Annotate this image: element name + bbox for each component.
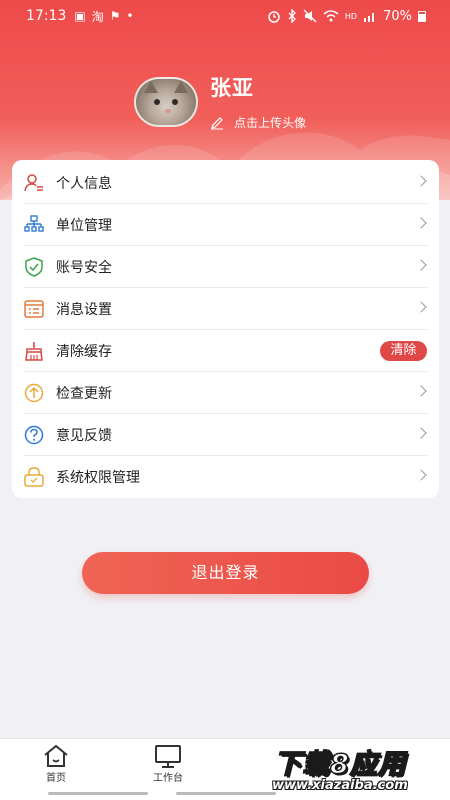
upload-avatar-link[interactable]: 点击上传头像 — [210, 114, 306, 131]
tab-workbench[interactable]: 工作台 — [138, 743, 198, 784]
gesture-bar-left — [48, 792, 148, 795]
wifi-icon — [323, 10, 339, 22]
permission-icon — [24, 467, 44, 487]
watermark-title: 下载8应用 — [273, 748, 406, 781]
menu-item-label: 检查更新 — [56, 386, 112, 402]
question-icon — [24, 425, 44, 445]
message-settings-icon — [24, 299, 44, 319]
tab-home[interactable]: 首页 — [26, 743, 86, 784]
app-icon: ⚑ — [109, 9, 121, 23]
shield-icon — [24, 257, 44, 277]
menu-item-label: 系统权限管理 — [56, 470, 140, 486]
menu-item-label: 个人信息 — [56, 176, 112, 192]
menu-item-label: 意见反馈 — [56, 428, 112, 444]
battery-icon — [418, 10, 426, 22]
chevron-right-icon — [415, 175, 427, 187]
menu-item-check-update[interactable]: 检查更新 — [12, 372, 439, 414]
hd-icon: HD — [344, 11, 358, 21]
update-arrow-icon — [24, 383, 44, 403]
chevron-right-icon — [415, 469, 427, 481]
bluetooth-icon — [288, 9, 296, 23]
tab-label: 工作台 — [153, 773, 183, 784]
profile-section: 张亚 点击上传头像 — [134, 72, 306, 131]
menu-item-label: 单位管理 — [56, 218, 112, 234]
menu-item-message-settings[interactable]: 消息设置 — [12, 288, 439, 330]
avatar[interactable] — [134, 76, 198, 127]
menu-item-clear-cache[interactable]: 清除缓存 清除 — [12, 330, 439, 372]
chevron-right-icon — [415, 301, 427, 313]
chevron-right-icon — [415, 259, 427, 271]
menu-item-label: 消息设置 — [56, 302, 112, 318]
taobao-icon: 淘 — [91, 9, 104, 24]
watermark: 下载8应用 www.xiazaiba.com — [268, 740, 448, 798]
signal-icon — [364, 13, 375, 22]
menu-item-feedback[interactable]: 意见反馈 — [12, 414, 439, 456]
alarm-icon — [268, 11, 280, 23]
photo-icon: ▣ — [74, 9, 86, 23]
settings-menu-card: 个人信息 单位管理 账号安全 消息设置 清除缓存 清除 检查更新 意见反馈 系统… — [12, 160, 439, 498]
edit-pencil-icon — [211, 116, 223, 129]
tab-label: 首页 — [46, 773, 66, 784]
chevron-right-icon — [415, 385, 427, 397]
monitor-icon — [138, 743, 198, 769]
upload-hint: 点击上传头像 — [234, 116, 307, 130]
status-time: 17:13 — [26, 8, 67, 24]
gesture-bar-center — [176, 792, 276, 795]
chevron-right-icon — [415, 217, 427, 229]
battery-percent: 70% — [383, 8, 412, 24]
status-bar: 17:13 ▣ 淘 ⚑ • HD 70% — [0, 0, 450, 32]
broom-icon — [24, 341, 44, 361]
menu-item-system-permission[interactable]: 系统权限管理 — [12, 456, 439, 498]
menu-item-account-security[interactable]: 账号安全 — [12, 246, 439, 288]
menu-item-label: 账号安全 — [56, 260, 112, 276]
menu-item-personal-info[interactable]: 个人信息 — [12, 162, 439, 204]
clear-cache-button[interactable]: 清除 — [380, 341, 427, 361]
watermark-url: www.xiazaiba.com — [272, 778, 408, 793]
mute-icon — [303, 9, 317, 23]
menu-item-label: 清除缓存 — [56, 344, 112, 360]
dot-icon: • — [126, 9, 134, 23]
menu-item-org-management[interactable]: 单位管理 — [12, 204, 439, 246]
user-name: 张亚 — [210, 76, 254, 100]
logout-button[interactable]: 退出登录 — [82, 552, 369, 594]
person-info-icon — [24, 173, 44, 193]
chevron-right-icon — [415, 427, 427, 439]
home-icon — [26, 743, 86, 769]
org-chart-icon — [24, 215, 44, 235]
